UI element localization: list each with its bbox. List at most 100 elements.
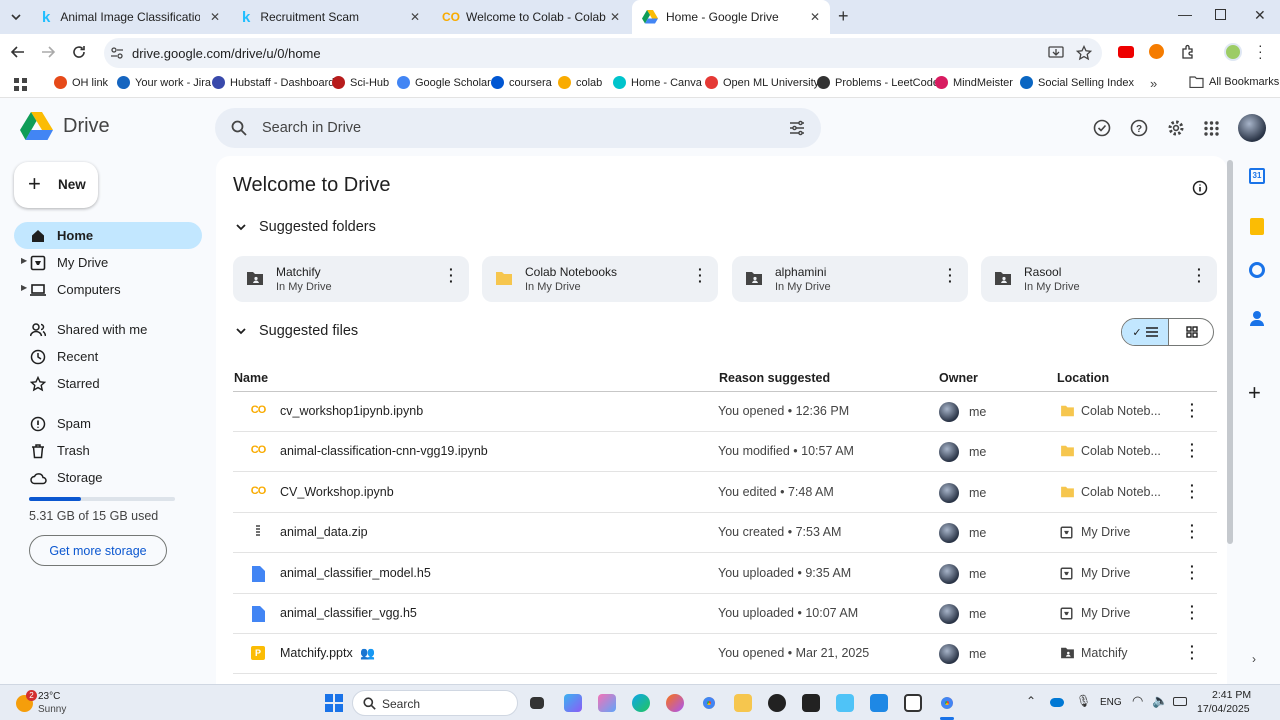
show-hidden-icons[interactable]: ⌃ (1026, 694, 1036, 708)
more-options-icon[interactable]: · · · (1190, 639, 1195, 665)
sidebar-item-home[interactable]: Home (14, 222, 202, 249)
notepad-icon[interactable] (836, 694, 854, 712)
language-indicator[interactable]: ENG (1100, 697, 1122, 708)
sidebar-item-my-drive[interactable]: ▶ My Drive (14, 249, 202, 276)
expand-arrow-icon[interactable]: ▶ (21, 283, 27, 292)
search-options-icon[interactable] (789, 120, 805, 136)
main-scrollbar[interactable] (1227, 160, 1233, 544)
settings-gear-icon[interactable] (1167, 119, 1185, 137)
browser-tab[interactable]: k Animal Image Classification Datas ✕ (32, 0, 230, 34)
google-apps-icon[interactable] (1204, 121, 1219, 136)
bookmark[interactable]: Your work - Jira (117, 76, 211, 89)
bookmark[interactable]: Home - Canva (613, 76, 702, 89)
close-icon[interactable]: ✕ (410, 10, 420, 24)
file-row[interactable]: animal_data.zip You created • 7:53 AM me My… (233, 513, 1217, 554)
apps-grid-icon[interactable] (14, 78, 28, 92)
more-options-icon[interactable]: · · · (1197, 262, 1202, 288)
bookmark[interactable]: Problems - LeetCode (817, 76, 939, 89)
more-options-icon[interactable]: · · · (1190, 397, 1195, 423)
offline-ready-icon[interactable] (1093, 119, 1111, 137)
file-location[interactable]: Matchify (1081, 646, 1181, 660)
calendar-icon[interactable]: 31 (1249, 168, 1265, 184)
new-tab-button[interactable]: + (838, 6, 849, 27)
suggested-folders-toggle[interactable]: Suggested folders (235, 219, 376, 235)
folder-card[interactable]: Matchify In My Drive · · · (233, 256, 469, 302)
sidebar-item-recent[interactable]: Recent (14, 343, 202, 370)
task-view-icon[interactable] (530, 697, 544, 709)
help-icon[interactable]: ? (1130, 119, 1148, 137)
file-explorer-icon[interactable] (734, 694, 752, 712)
more-options-icon[interactable]: · · · (1190, 437, 1195, 463)
more-options-icon[interactable]: · · · (698, 262, 703, 288)
drive-search-bar[interactable]: Search in Drive (215, 108, 821, 148)
tab-search-button[interactable] (6, 8, 26, 26)
grid-view-button[interactable] (1168, 319, 1213, 345)
weather-widget[interactable]: 2 23°C Sunny (14, 689, 84, 717)
install-app-icon[interactable] (1048, 45, 1064, 61)
file-location[interactable]: My Drive (1081, 606, 1181, 620)
app-icon[interactable] (870, 694, 888, 712)
snipping-tool-icon[interactable] (904, 694, 922, 712)
start-button[interactable] (325, 694, 343, 712)
file-location[interactable]: Colab Noteb... (1081, 485, 1181, 499)
account-avatar[interactable] (1238, 114, 1266, 142)
chatgpt-icon[interactable] (768, 694, 786, 712)
sidebar-item-computers[interactable]: ▶ Computers (14, 276, 202, 303)
more-options-icon[interactable]: · · · (1190, 518, 1195, 544)
bookmark[interactable]: coursera (491, 76, 552, 89)
contacts-icon[interactable] (1250, 311, 1264, 327)
file-location[interactable]: My Drive (1081, 525, 1181, 539)
address-bar[interactable]: drive.google.com/drive/u/0/home (104, 38, 1102, 68)
sidebar-item-starred[interactable]: Starred (14, 370, 202, 397)
microphone-icon[interactable]: 🎙 (1076, 694, 1091, 708)
sidebar-item-shared[interactable]: Shared with me (14, 316, 202, 343)
sidebar-item-storage[interactable]: Storage (14, 464, 202, 491)
add-addon-icon[interactable]: + (1248, 380, 1261, 406)
file-row[interactable]: CO animal-classification-cnn-vgg19.ipynb Y… (233, 432, 1217, 473)
bookmark[interactable]: Hubstaff - Dashboard (212, 76, 334, 89)
column-name[interactable]: Name (234, 371, 268, 385)
suggested-files-toggle[interactable]: Suggested files (235, 323, 358, 339)
minimize-button[interactable]: — (1178, 6, 1192, 22)
drive-logo[interactable]: Drive (20, 112, 110, 141)
close-icon[interactable]: ✕ (610, 10, 620, 24)
file-row[interactable]: CO CV_Workshop.ipynb You edited • 7:48 AM m… (233, 473, 1217, 513)
browser-tab-active[interactable]: Home - Google Drive ✕ (632, 0, 830, 34)
firefox-icon[interactable] (666, 694, 684, 712)
collapse-panel-icon[interactable]: › (1252, 652, 1256, 666)
bookmark[interactable]: Google Scholar (397, 76, 491, 89)
more-options-icon[interactable]: · · · (449, 262, 454, 288)
onedrive-icon[interactable] (1050, 698, 1064, 707)
folder-card[interactable]: alphamini In My Drive · · · (732, 256, 968, 302)
new-button[interactable]: + New (14, 162, 98, 208)
close-icon[interactable]: ✕ (810, 10, 820, 24)
clock-time[interactable]: 2:41 PM (1212, 689, 1251, 701)
file-location[interactable]: My Drive (1081, 566, 1181, 580)
close-icon[interactable]: ✕ (210, 10, 220, 24)
chrome-active-icon[interactable] (938, 694, 956, 712)
expand-arrow-icon[interactable]: ▶ (21, 256, 27, 265)
search-icon[interactable] (231, 120, 247, 136)
star-bookmark-icon[interactable] (1076, 45, 1092, 61)
profile-avatar[interactable] (1224, 43, 1242, 61)
tasks-icon[interactable] (1249, 262, 1265, 278)
more-options-icon[interactable]: · · · (948, 262, 953, 288)
file-row[interactable]: CO cv_workshop1ipynb.ipynb You opened • 12… (233, 392, 1217, 432)
sidebar-item-spam[interactable]: Spam (14, 410, 202, 437)
more-options-icon[interactable]: · · · (1190, 559, 1195, 585)
forward-button[interactable] (40, 44, 56, 60)
clock-date[interactable]: 17/04/2025 (1197, 703, 1250, 715)
more-options-icon[interactable]: · · · (1190, 478, 1195, 504)
puzzle-extensions-icon[interactable] (1180, 44, 1196, 60)
get-more-storage-button[interactable]: Get more storage (29, 535, 167, 566)
search-input[interactable]: Search in Drive (262, 120, 361, 136)
bookmark[interactable]: Social Selling Index (1020, 76, 1134, 89)
copilot-icon[interactable] (564, 694, 582, 712)
file-location[interactable]: Colab Noteb... (1081, 444, 1181, 458)
bookmark[interactable]: MindMeister (935, 76, 1013, 89)
bookmark[interactable]: Sci-Hub (332, 76, 389, 89)
browser-tab[interactable]: k Recruitment Scam ✕ (232, 0, 430, 34)
extension-icon[interactable] (1149, 44, 1164, 59)
volume-icon[interactable]: 🔈 (1152, 693, 1168, 709)
file-row[interactable]: animal_classifier_vgg.h5 You uploaded • 1… (233, 594, 1217, 634)
